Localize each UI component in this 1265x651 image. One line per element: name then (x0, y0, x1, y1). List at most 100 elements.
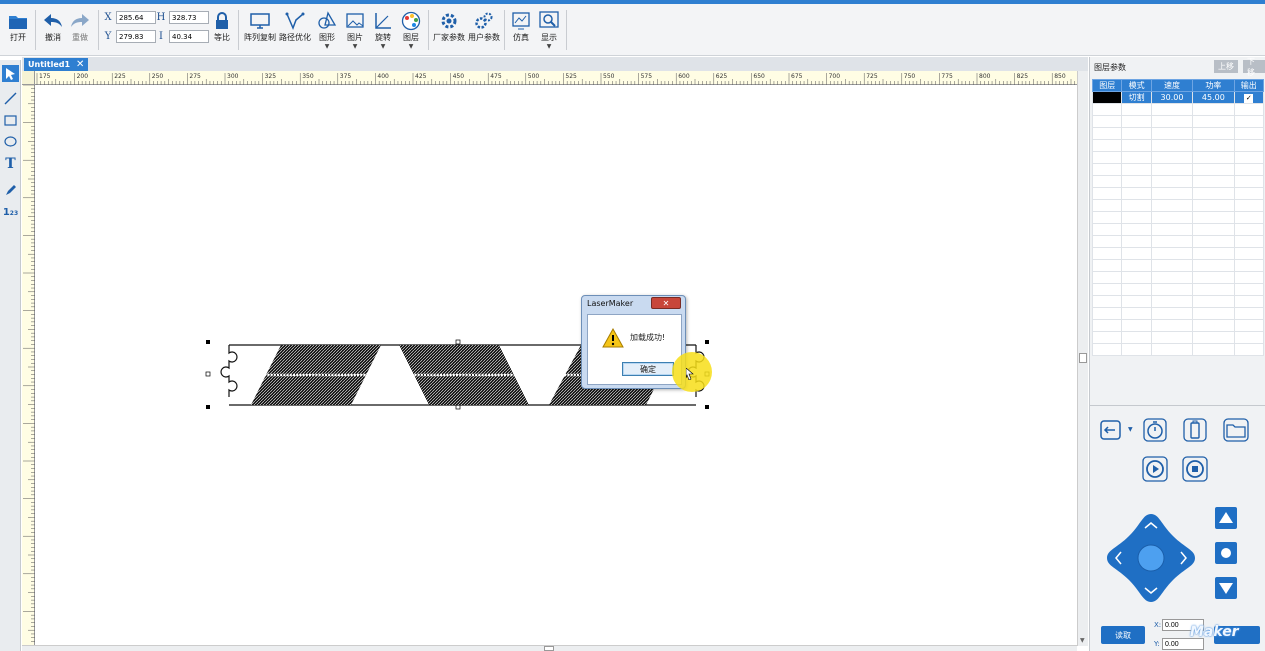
y-input[interactable] (116, 30, 156, 43)
dialog-close-button[interactable]: ✕ (651, 297, 681, 309)
move-up-button[interactable]: 上移 (1214, 60, 1238, 73)
column-header: 模式 (1121, 79, 1152, 92)
scroll-thumb[interactable] (544, 646, 554, 651)
connect-device-button[interactable] (1099, 416, 1125, 444)
simulate-button[interactable]: 仿真 (508, 8, 534, 52)
stop-button[interactable] (1182, 455, 1208, 483)
layer-table: 图层 模式 速度 功率 输出 切割 30.00 45.00 ✓ (1091, 79, 1265, 356)
scroll-down-icon[interactable]: ▼ (1080, 637, 1085, 644)
ruler-label: 750 (904, 73, 916, 80)
ruler-label: 650 (753, 73, 765, 80)
ellipse-tool[interactable] (2, 133, 19, 150)
pen-tool[interactable] (2, 182, 19, 199)
stop-icon (1182, 456, 1208, 482)
dialog-body: 加载成功! 确定 (587, 314, 682, 385)
design-artwork[interactable] (36, 86, 1077, 644)
open-folder-button[interactable] (1223, 416, 1249, 444)
timer-button[interactable] (1142, 416, 1168, 444)
x-position-label: X: (1154, 621, 1162, 629)
close-icon[interactable]: ✕ (76, 59, 84, 70)
play-icon (1142, 456, 1168, 482)
usb-button[interactable] (1182, 416, 1208, 444)
jog-direction-pad[interactable] (1105, 512, 1197, 604)
redo-button[interactable]: 重做 (67, 8, 93, 52)
power-cell[interactable]: 45.00 (1192, 91, 1235, 104)
number-tool[interactable]: 123 (2, 204, 19, 221)
usb-drive-icon (1183, 418, 1207, 442)
zoom-icon (539, 11, 559, 28)
table-row[interactable]: 切割 30.00 45.00 ✓ (1091, 91, 1265, 104)
layer-button[interactable]: 图层 ▼ (398, 8, 424, 52)
y-coordinate: Y (103, 30, 156, 43)
speed-cell[interactable]: 30.00 (1150, 91, 1194, 104)
move-down-button[interactable]: 下移 (1243, 57, 1265, 77)
ruler-label: 775 (941, 73, 953, 80)
palette-icon (401, 11, 421, 31)
rotate-button[interactable]: 旋转 ▼ (370, 8, 396, 52)
redo-icon (71, 14, 89, 27)
vendor-params-button[interactable]: 厂家参数 (432, 8, 466, 52)
rectangle-tool[interactable] (2, 112, 19, 129)
vertical-ruler (22, 84, 35, 645)
array-copy-button[interactable]: 阵列复制 (243, 8, 277, 52)
image-button[interactable]: 图片 ▼ (342, 8, 368, 52)
ruler-label: 600 (678, 73, 690, 80)
ok-button[interactable]: 确定 (622, 362, 674, 376)
separator (504, 10, 505, 50)
tab-untitled1[interactable]: Untitled1 ✕ (24, 58, 89, 71)
chevron-down-icon: ▼ (352, 43, 358, 50)
output-checkbox[interactable]: ✓ (1233, 91, 1265, 104)
z-up-button[interactable] (1213, 504, 1239, 532)
path-icon (285, 12, 305, 31)
chevron-down-icon[interactable]: ▼ (1128, 426, 1133, 433)
gears-icon (475, 12, 493, 29)
separator (98, 10, 99, 50)
vertical-ruler-ticks (23, 84, 35, 642)
horizontal-ruler: 175 200 225 250 275 300 325 350 375 400 425 450 475 5… (35, 71, 1077, 85)
monitor-icon (250, 13, 270, 29)
chevron-down-icon: ▼ (380, 43, 386, 50)
height-input[interactable] (169, 11, 209, 24)
lock-ratio-button[interactable]: 等比 (210, 8, 234, 52)
column-header: 功率 (1192, 79, 1235, 92)
pointer-icon (686, 368, 694, 380)
ellipse-icon (4, 136, 17, 147)
pen-icon (6, 185, 16, 195)
lock-icon (216, 12, 228, 29)
start-button[interactable] (1142, 455, 1168, 483)
layer-color-swatch[interactable] (1091, 91, 1123, 104)
ruler-label: 350 (302, 73, 314, 80)
z-down-button[interactable] (1213, 574, 1239, 602)
gear-icon (441, 13, 457, 29)
ruler-label: 575 (641, 73, 653, 80)
ruler-label: 675 (791, 73, 803, 80)
user-params-button[interactable]: 用户参数 (467, 8, 501, 52)
horizontal-scrollbar[interactable] (22, 645, 1077, 651)
ruler-label: 225 (114, 73, 126, 80)
ruler-label: 725 (866, 73, 878, 80)
read-button[interactable]: 读取 (1101, 626, 1145, 644)
ruler-label: 375 (340, 73, 352, 80)
drawing-canvas[interactable] (36, 86, 1077, 644)
ruler-label: 200 (77, 73, 89, 80)
path-optimize-button[interactable]: 路径优化 (278, 8, 312, 52)
x-input[interactable] (116, 11, 156, 24)
undo-button[interactable]: 撤消 (40, 8, 66, 52)
display-button[interactable]: 显示 ▼ (536, 8, 562, 52)
mode-cell[interactable]: 切割 (1121, 91, 1152, 104)
device-icon (1100, 420, 1121, 440)
text-tool[interactable]: T (2, 155, 19, 172)
shape-button[interactable]: 图形 ▼ (314, 8, 340, 52)
z-home-button[interactable] (1213, 539, 1239, 567)
pointer-icon (6, 68, 15, 80)
open-button[interactable]: 打开 (5, 8, 31, 52)
vertical-scrollbar[interactable]: ▼ (1077, 71, 1088, 646)
line-tool[interactable] (2, 90, 19, 107)
width-input[interactable] (169, 30, 209, 43)
rectangle-icon (4, 115, 17, 126)
select-tool[interactable] (2, 65, 19, 82)
main-toolbar: 打开 撤消 重做 X Y H I 等比 阵列复制 路径优化 图形 ▼ (0, 4, 1265, 56)
triangle-up-icon (1215, 507, 1237, 529)
scroll-thumb[interactable] (1079, 353, 1087, 363)
dot-icon (1215, 542, 1237, 564)
